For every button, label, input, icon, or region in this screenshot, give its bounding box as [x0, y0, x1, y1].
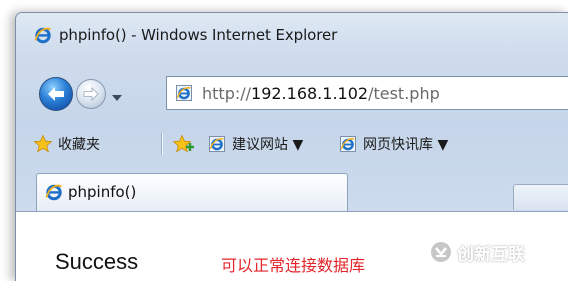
tab-row: phpinfo(): [16, 173, 568, 211]
tab-phpinfo[interactable]: phpinfo(): [36, 173, 348, 211]
navigation-row: http://192.168.1.102/test.php: [16, 73, 568, 113]
ie-logo-icon: [34, 26, 52, 44]
window-title: phpinfo() - Windows Internet Explorer: [59, 26, 338, 44]
recent-pages-dropdown-icon[interactable]: [111, 88, 123, 101]
address-bar[interactable]: http://192.168.1.102/test.php: [166, 76, 568, 110]
url-host: 192.168.1.102: [251, 84, 369, 103]
back-button[interactable]: [39, 77, 73, 111]
watermark: 创新互联: [430, 239, 525, 265]
page-icon: [175, 84, 193, 102]
address-url[interactable]: http://192.168.1.102/test.php: [202, 84, 440, 103]
tab-title: phpinfo(): [68, 183, 137, 201]
forward-button[interactable]: [76, 79, 106, 109]
new-tab-button[interactable]: [513, 184, 568, 210]
favorites-item-web-slice-gallery[interactable]: 网页快讯库 ▼: [339, 132, 448, 156]
favorites-button[interactable]: 收藏夹: [33, 132, 100, 156]
add-favorite-star-icon: [172, 134, 195, 154]
url-scheme: http://: [202, 84, 252, 103]
url-path: /test.php: [368, 84, 440, 103]
watermark-logo-icon: [430, 241, 452, 263]
web-slice-gallery-label: 网页快讯库 ▼: [363, 137, 449, 153]
ie-page-icon: [208, 135, 226, 153]
db-connection-message: 可以正常连接数据库: [221, 256, 366, 275]
favorites-separator: [161, 133, 162, 155]
success-text: Success: [55, 249, 139, 274]
back-arrow-icon: [48, 87, 64, 101]
add-to-favorites-bar-button[interactable]: [172, 132, 195, 156]
ie-logo-icon: [45, 183, 63, 201]
ie-page-icon: [339, 135, 357, 153]
watermark-text: 创新互联: [457, 244, 525, 265]
forward-arrow-icon: [83, 87, 99, 101]
suggested-sites-label: 建议网站 ▼: [232, 137, 304, 153]
favorites-bar: 收藏夹 建议网站 ▼ 网页快讯库 ▼: [16, 129, 568, 159]
favorites-item-suggested-sites[interactable]: 建议网站 ▼: [208, 132, 303, 156]
title-bar: phpinfo() - Windows Internet Explorer: [16, 13, 568, 53]
favorites-star-icon: [33, 134, 53, 154]
favorites-label: 收藏夹: [58, 137, 100, 153]
